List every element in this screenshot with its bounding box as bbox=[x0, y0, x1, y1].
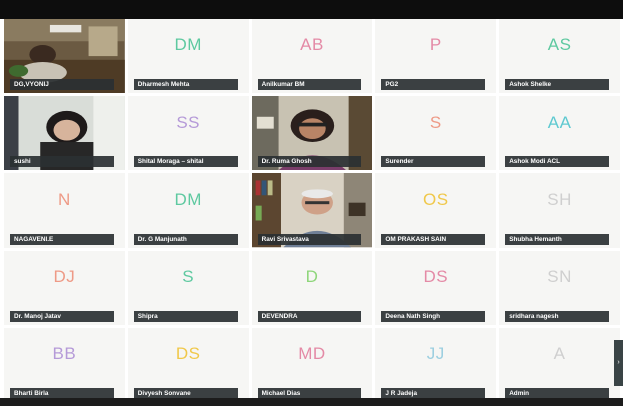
participant-tile-divyesh-sonvane[interactable]: DS Divyesh Sonvane bbox=[127, 327, 249, 402]
participant-name-label: sridhara nagesh bbox=[505, 310, 610, 322]
participant-initials: DJ bbox=[53, 266, 76, 286]
participant-initials: SH bbox=[547, 189, 572, 209]
participant-initials: S bbox=[429, 112, 442, 132]
participant-initials: OS bbox=[423, 189, 449, 209]
participant-name-label: Deena Nath Singh bbox=[381, 310, 486, 322]
participant-tile-anilkumar-bm[interactable]: AB Anilkumar BM bbox=[251, 19, 373, 94]
participant-name-label: OM PRAKASH SAIN bbox=[381, 233, 486, 245]
participant-initials: BB bbox=[52, 344, 77, 364]
participant-initials: DM bbox=[174, 189, 202, 209]
participant-initials: AA bbox=[547, 112, 572, 132]
participant-tile-sushi[interactable]: sushi bbox=[4, 96, 125, 171]
participant-name-label: Dr. G Manjunath bbox=[133, 233, 238, 245]
participant-tile-sridhara-nagesh[interactable]: SN sridhara nagesh bbox=[499, 250, 620, 325]
participant-tile-shipra[interactable]: S Shipra bbox=[127, 250, 249, 325]
top-toolbar bbox=[0, 0, 623, 19]
participant-name-label: Ashok Modi ACL bbox=[505, 156, 610, 168]
participant-name-label: Anilkumar BM bbox=[257, 79, 362, 91]
participant-name-label: sushi bbox=[10, 156, 114, 168]
participant-tile-dg-vyonij[interactable]: DG,VYONIJ bbox=[4, 19, 125, 94]
participant-tile-ravi-srivastava[interactable]: Ravi Srivastava bbox=[251, 173, 373, 248]
participant-tile-dr-ruma-ghosh[interactable]: Dr. Ruma Ghosh bbox=[251, 96, 373, 171]
participant-name-label: DG,VYONIJ bbox=[10, 79, 114, 91]
participant-initials: DS bbox=[175, 344, 201, 364]
participant-initials: AS bbox=[547, 35, 572, 55]
participant-initials: P bbox=[429, 35, 442, 55]
participant-tile-om-prakash-sain[interactable]: OS OM PRAKASH SAIN bbox=[375, 173, 497, 248]
participant-tile-shital-moraga-shital[interactable]: SS Shital Moraga – shital bbox=[127, 96, 249, 171]
participant-tile-dr-manoj-jatav[interactable]: DJ Dr. Manoj Jatav bbox=[4, 250, 125, 325]
participant-name-label: DEVENDRA bbox=[257, 310, 362, 322]
next-page-handle[interactable]: › bbox=[614, 340, 623, 386]
participant-initials: DS bbox=[423, 266, 449, 286]
participant-tile-ashok-shelke[interactable]: AS Ashok Shelke bbox=[499, 19, 620, 94]
participant-initials: SS bbox=[176, 112, 201, 132]
participant-name-label: NAGAVENI.E bbox=[10, 233, 114, 245]
participant-name-label: Dr. Manoj Jatav bbox=[10, 310, 114, 322]
participant-initials: D bbox=[305, 266, 319, 286]
participant-initials: A bbox=[553, 344, 566, 364]
participant-name-label: Ashok Shelke bbox=[505, 79, 610, 91]
participant-tile-nagaveni-e[interactable]: N NAGAVENI.E bbox=[4, 173, 125, 248]
participant-name-label: Shital Moraga – shital bbox=[133, 156, 238, 168]
participant-name-label: Dr. Ruma Ghosh bbox=[257, 156, 362, 168]
participant-tile-j-r-jadeja[interactable]: JJ J R Jadeja bbox=[375, 327, 497, 402]
participant-name-label: PG2 bbox=[381, 79, 486, 91]
participant-tile-michael-dias[interactable]: MD Michael Dias bbox=[251, 327, 373, 402]
bottom-toolbar bbox=[0, 398, 623, 406]
participant-tile-pg2[interactable]: P PG2 bbox=[375, 19, 497, 94]
participant-tile-surender[interactable]: S Surender bbox=[375, 96, 497, 171]
participant-name-label: Dharmesh Mehta bbox=[133, 79, 238, 91]
participant-initials: DM bbox=[174, 35, 202, 55]
participant-tile-dharmesh-mehta[interactable]: DM Dharmesh Mehta bbox=[127, 19, 249, 94]
participant-tile-ashok-modi-acl[interactable]: AA Ashok Modi ACL bbox=[499, 96, 620, 171]
participant-grid: DG,VYONIJ DM Dharmesh Mehta AB Anilkumar BM P… bbox=[4, 19, 620, 402]
participant-initials: JJ bbox=[426, 344, 445, 364]
participant-name-label: Shubha Hemanth bbox=[505, 233, 610, 245]
participant-tile-admin[interactable]: A Admin bbox=[499, 327, 620, 402]
participant-tile-devendra[interactable]: D DEVENDRA bbox=[251, 250, 373, 325]
participant-initials: MD bbox=[298, 344, 326, 364]
participant-initials: AB bbox=[300, 35, 324, 55]
participant-name-label: Surender bbox=[381, 156, 486, 168]
participant-tile-bharti-birla[interactable]: BB Bharti Birla bbox=[4, 327, 125, 402]
participant-tile-dr-g-manjunath[interactable]: DM Dr. G Manjunath bbox=[127, 173, 249, 248]
participant-initials: N bbox=[58, 189, 71, 209]
participant-tile-deena-nath-singh[interactable]: DS Deena Nath Singh bbox=[375, 250, 497, 325]
participant-initials: S bbox=[182, 266, 195, 286]
participant-name-label: Shipra bbox=[133, 310, 238, 322]
participant-tile-shubha-hemanth[interactable]: SH Shubha Hemanth bbox=[499, 173, 620, 248]
participant-initials: SN bbox=[547, 266, 572, 286]
participant-name-label: Ravi Srivastava bbox=[257, 233, 362, 245]
